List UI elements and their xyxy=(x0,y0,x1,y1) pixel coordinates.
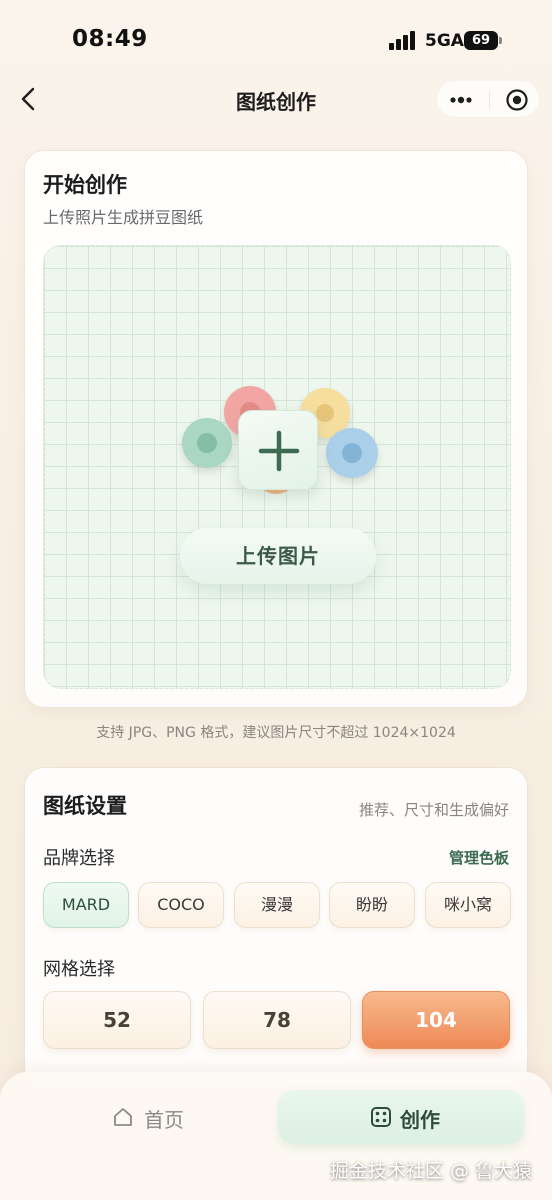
tab-create[interactable]: 创作 xyxy=(278,1090,524,1144)
tab-home[interactable]: 首页 xyxy=(28,1090,264,1144)
format-hint: 支持 JPG、PNG 格式，建议图片尺寸不超过 1024×1024 xyxy=(96,725,456,741)
target-icon xyxy=(506,89,528,111)
more-dots-icon xyxy=(450,96,472,104)
close-mini-program-button[interactable] xyxy=(505,88,529,112)
battery-icon: 69 xyxy=(464,31,498,50)
plus-icon xyxy=(258,430,300,472)
brand-chip-mixiaowo[interactable]: 咪小窝 xyxy=(425,882,511,928)
grid-option-78[interactable]: 78 xyxy=(203,991,351,1049)
manage-palette-link[interactable]: 管理色板 xyxy=(449,847,509,868)
bead-decoration xyxy=(326,428,378,478)
grid-option-104[interactable]: 104 xyxy=(362,991,510,1049)
status-bar: 08:49 5GA 69 xyxy=(0,0,552,84)
grid-option-52[interactable]: 52 xyxy=(43,991,191,1049)
brand-chip-coco[interactable]: COCO xyxy=(138,882,224,928)
upload-card: 开始创作 上传照片生成拼豆图纸 上传图片 xyxy=(24,150,528,708)
brand-chip-manman[interactable]: 漫漫 xyxy=(234,882,320,928)
signal-icon xyxy=(389,30,419,50)
watermark: 掘金技术社区 @ 鲁大猿 xyxy=(329,1160,532,1182)
upload-image-button[interactable]: 上传图片 xyxy=(180,528,376,584)
brand-chip-mard[interactable]: MARD xyxy=(43,882,129,928)
dice-icon xyxy=(371,1107,391,1127)
brand-chip-panpan[interactable]: 盼盼 xyxy=(329,882,415,928)
add-image-button[interactable] xyxy=(238,410,318,490)
network-label: 5GA xyxy=(425,31,464,51)
brand-section-label: 品牌选择 xyxy=(43,848,115,869)
battery-tip xyxy=(499,37,502,44)
settings-card-title: 图纸设置 xyxy=(43,794,127,818)
mini-program-capsule xyxy=(436,80,540,118)
bead-decoration xyxy=(182,418,232,468)
tab-create-label: 创作 xyxy=(400,1108,440,1132)
upload-drop-area[interactable]: 上传图片 xyxy=(43,245,511,689)
settings-card: 图纸设置 推荐、尺寸和生成偏好 品牌选择 管理色板 MARD COCO 漫漫 盼… xyxy=(24,767,528,1087)
upload-card-subtitle: 上传照片生成拼豆图纸 xyxy=(43,208,204,227)
capsule-divider xyxy=(489,91,490,109)
home-icon xyxy=(114,1108,132,1126)
upload-card-title: 开始创作 xyxy=(43,173,127,197)
grid-section-label: 网格选择 xyxy=(43,959,115,980)
status-time: 08:49 xyxy=(72,26,148,52)
more-button[interactable] xyxy=(449,88,473,112)
tab-home-label: 首页 xyxy=(144,1108,184,1132)
settings-aside: 推荐、尺寸和生成偏好 xyxy=(358,801,509,819)
